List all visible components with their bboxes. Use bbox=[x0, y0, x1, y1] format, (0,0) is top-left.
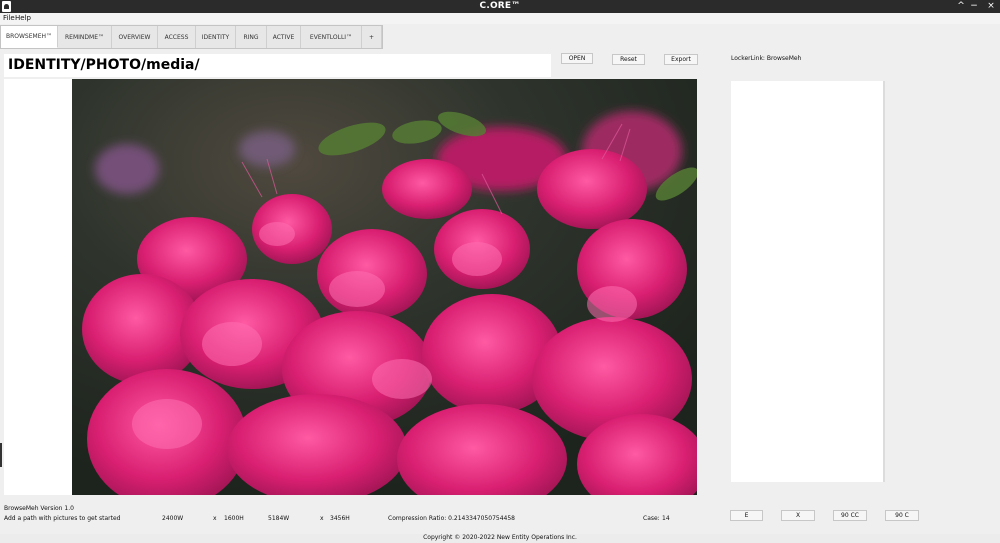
window-title: C.ORE™ bbox=[479, 1, 521, 11]
hint-label: Add a path with pictures to get started bbox=[4, 515, 121, 522]
times-label: x bbox=[320, 515, 324, 522]
display-width: 2400W bbox=[162, 515, 184, 522]
x-button[interactable]: X bbox=[781, 510, 815, 521]
tab-access[interactable]: ACCESS bbox=[158, 26, 196, 48]
tab-overview[interactable]: OVERVIEW bbox=[112, 26, 158, 48]
tab-eventlolli[interactable]: EVENTLOLLI™ bbox=[301, 26, 362, 48]
e-button[interactable]: E bbox=[730, 510, 763, 521]
display-height: 1600H bbox=[224, 515, 244, 522]
source-height: 3456H bbox=[330, 515, 350, 522]
open-button[interactable]: OPEN bbox=[561, 53, 593, 64]
menu-bar: File Help bbox=[0, 13, 1000, 24]
locker-link-label: LockerLink: BrowseMeh bbox=[731, 55, 802, 62]
tab-add[interactable]: + bbox=[362, 26, 382, 48]
tab-ring[interactable]: RING bbox=[236, 26, 267, 48]
thumbnail-panel[interactable] bbox=[731, 81, 885, 482]
minimize-icon[interactable]: ^ bbox=[956, 1, 966, 12]
times-label: x bbox=[213, 515, 217, 522]
left-edge-marker bbox=[0, 443, 2, 467]
export-button[interactable]: Export bbox=[664, 54, 698, 65]
tab-active[interactable]: ACTIVE bbox=[267, 26, 301, 48]
help-menu[interactable]: Help bbox=[15, 14, 31, 22]
azalea-photo bbox=[72, 79, 697, 495]
rotate-clockwise-button[interactable]: 90 C bbox=[885, 510, 919, 521]
maximize-icon[interactable]: − bbox=[969, 1, 979, 12]
tab-identity[interactable]: IDENTITY bbox=[196, 26, 236, 48]
source-width: 5184W bbox=[268, 515, 290, 522]
rotate-counterclockwise-button[interactable]: 90 CC bbox=[833, 510, 867, 521]
case-value: 14 bbox=[662, 515, 670, 522]
case-label: Case: bbox=[643, 515, 660, 522]
copyright-footer: Copyright © 2020-2022 New Entity Operati… bbox=[0, 534, 1000, 543]
compression-ratio: Compression Ratio: 0.2143347050754458 bbox=[388, 515, 515, 522]
path-field[interactable]: IDENTITY/PHOTO/media/ bbox=[4, 54, 551, 77]
preview-photo[interactable] bbox=[72, 79, 697, 495]
tab-browsemeh[interactable]: BROWSEMEH™ bbox=[1, 26, 58, 48]
title-bar: C.ORE™ ^ − × bbox=[0, 0, 1000, 13]
tab-remindme[interactable]: REMINDME™ bbox=[58, 26, 112, 48]
close-icon[interactable]: × bbox=[986, 1, 996, 12]
file-menu[interactable]: File bbox=[3, 14, 15, 22]
reset-button[interactable]: Reset bbox=[612, 54, 645, 65]
version-label: BrowseMeh Version 1.0 bbox=[4, 505, 74, 512]
tab-strip: BROWSEMEH™ REMINDME™ OVERVIEW ACCESS IDE… bbox=[0, 25, 383, 49]
